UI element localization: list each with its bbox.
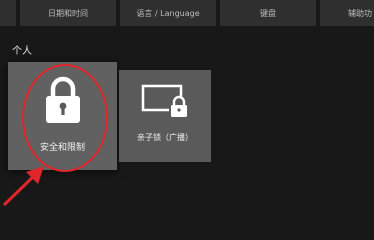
screen-lock-icon [141,84,189,118]
language-tile[interactable]: 语言 / Language [120,0,216,26]
parental-lock-label: 亲子锁（广播） [137,133,193,142]
date-time-tile[interactable]: 日期和时间 [20,0,116,26]
keyboard-label: 键盘 [260,8,276,18]
security-restrictions-label: 安全和限制 [39,143,85,153]
lock-icon [45,76,80,123]
section-title-personal: 个人 [12,46,32,57]
language-label: 语言 / Language [136,8,200,18]
keyboard-tile[interactable]: 键盘 [220,0,316,26]
security-restrictions-tile[interactable]: 安全和限制 [8,62,117,170]
top-tile-partial[interactable] [0,0,16,26]
top-settings-row: 日期和时间 语言 / Language 键盘 辅助功 [0,0,374,30]
parental-lock-tile[interactable]: 亲子锁（广播） [119,70,211,162]
accessibility-tile[interactable]: 辅助功 [320,0,374,26]
accessibility-label: 辅助功 [348,8,372,18]
date-time-label: 日期和时间 [48,8,88,18]
